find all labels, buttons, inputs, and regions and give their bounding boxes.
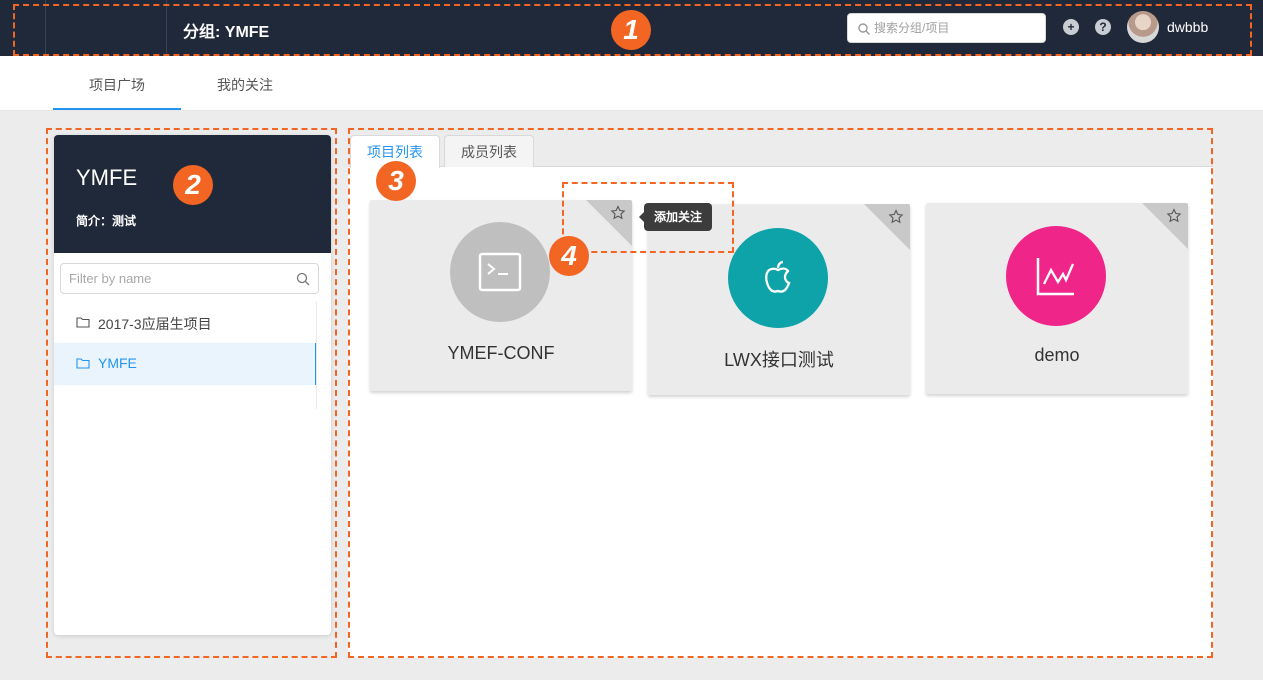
annotation-marker-3: 3 — [376, 161, 416, 201]
tab-my-follows[interactable]: 我的关注 — [217, 75, 273, 95]
annotation-marker-4: 4 — [549, 236, 589, 276]
nav-bar: 项目广场 我的关注 — [0, 56, 1263, 111]
annotation-box-2 — [46, 128, 337, 658]
active-tab-indicator — [53, 108, 181, 110]
tab-project-plaza[interactable]: 项目广场 — [89, 75, 145, 95]
annotation-box-3 — [348, 128, 1213, 658]
annotation-marker-1: 1 — [611, 10, 651, 50]
annotation-marker-2: 2 — [173, 165, 213, 205]
annotation-box-4 — [562, 182, 734, 253]
